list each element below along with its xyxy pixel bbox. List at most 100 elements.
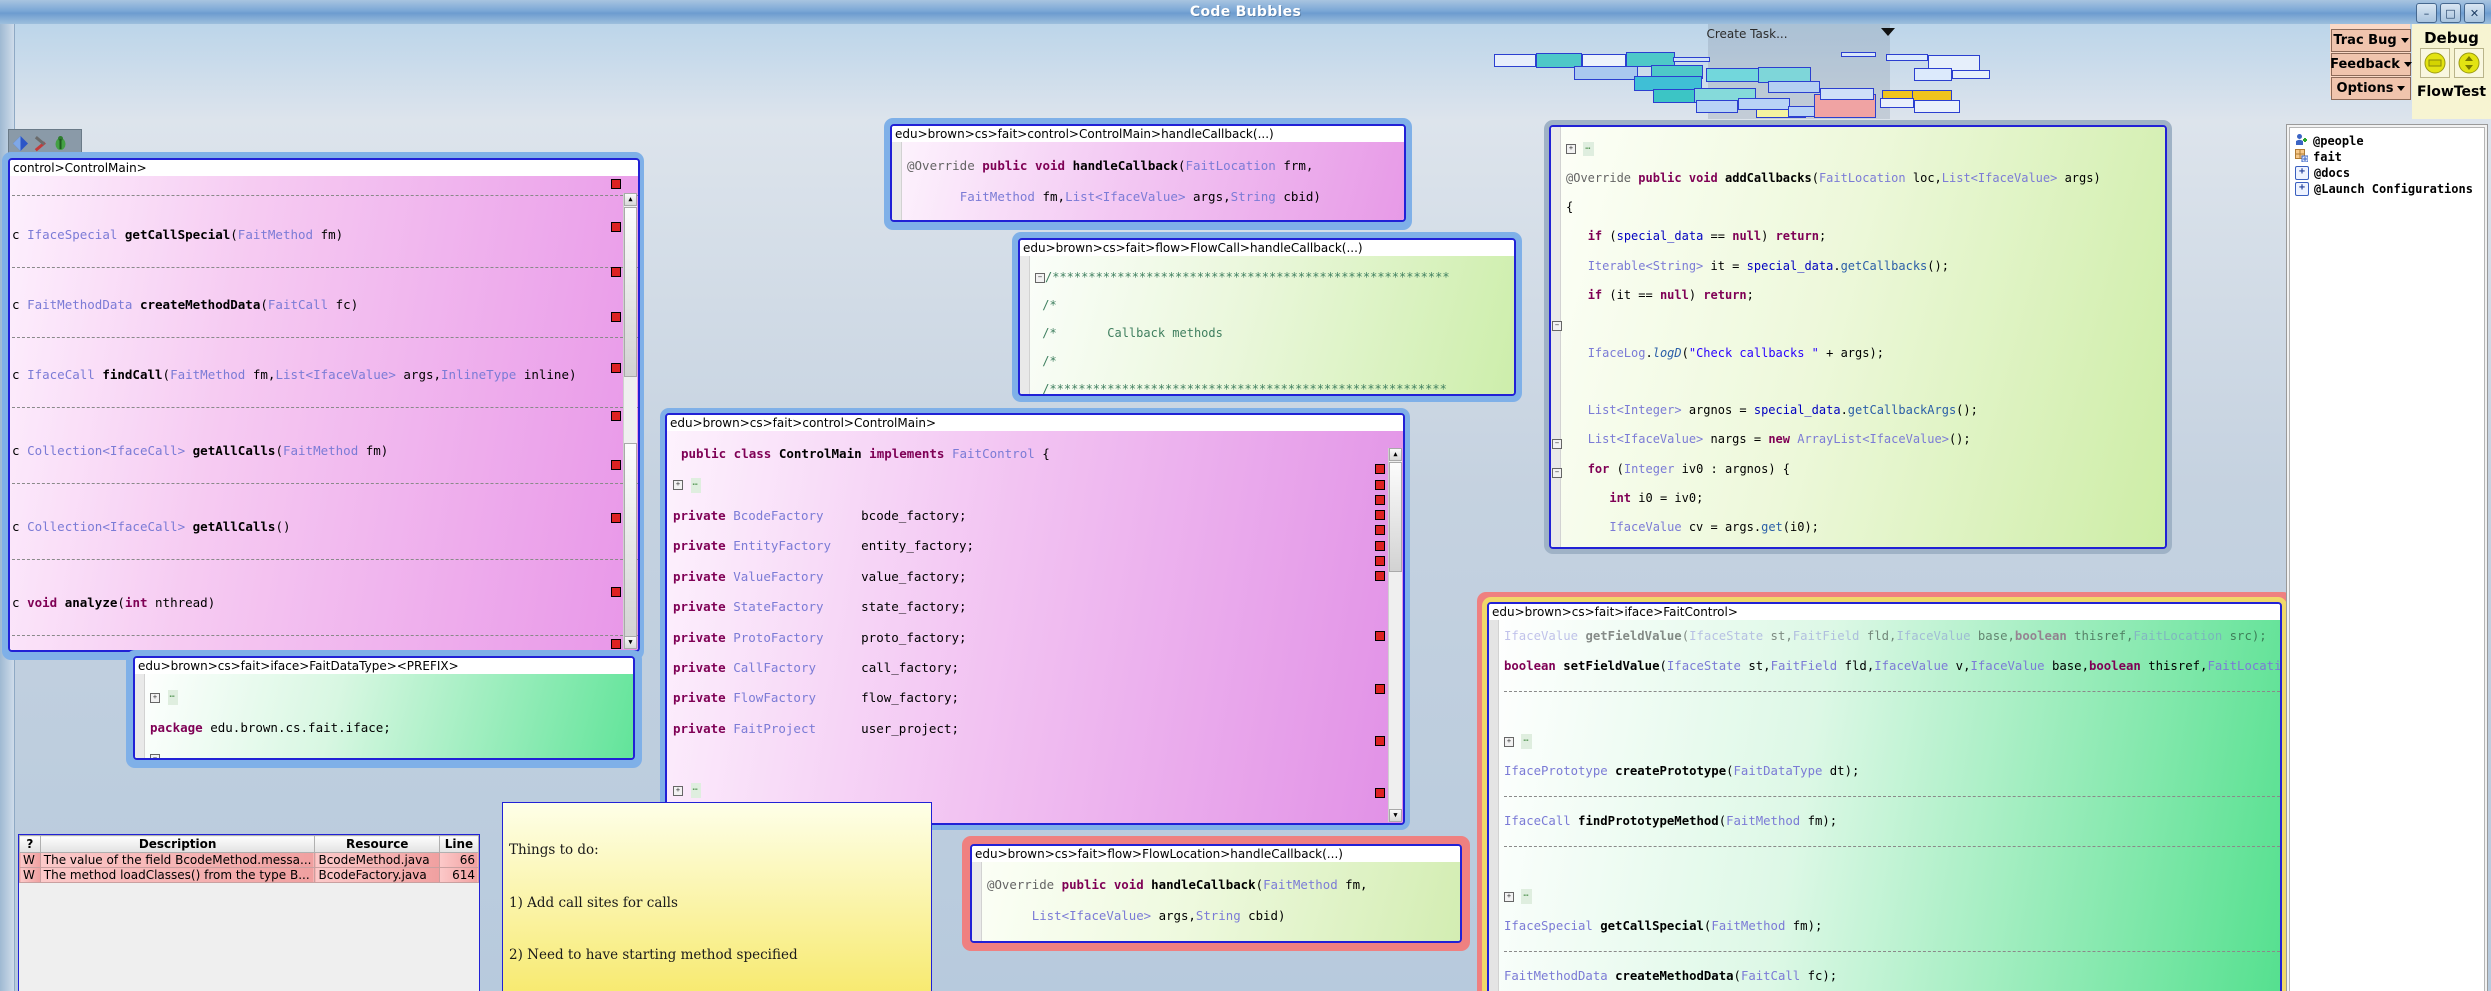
- column-severity[interactable]: ?: [19, 835, 41, 853]
- minimap-bubble: [1880, 98, 1914, 108]
- link-marker[interactable]: [611, 587, 621, 597]
- bubble-icon[interactable]: [12, 135, 29, 152]
- scroll-thumb[interactable]: [1389, 462, 1402, 572]
- column-line[interactable]: Line: [438, 835, 480, 853]
- link-marker[interactable]: [1375, 736, 1385, 746]
- link-marker[interactable]: [1375, 510, 1385, 520]
- tree-item-label: @Launch Configurations: [2314, 182, 2473, 196]
- link-marker[interactable]: [1375, 464, 1385, 474]
- link-marker[interactable]: [1375, 480, 1385, 490]
- table-row[interactable]: W The method loadClasses() from the type…: [19, 867, 480, 883]
- scroll-down-arrow[interactable]: ▼: [1389, 809, 1402, 822]
- link-marker[interactable]: [1375, 684, 1385, 694]
- link-marker[interactable]: [1375, 541, 1385, 551]
- link-marker[interactable]: [1375, 631, 1385, 641]
- scroll-thumb-lower[interactable]: [624, 443, 637, 643]
- link-marker[interactable]: [1375, 788, 1385, 798]
- link-marker[interactable]: [611, 179, 621, 189]
- minimap-bubble: [1696, 100, 1738, 113]
- fold-toggle-icon: +: [1566, 144, 1576, 155]
- bubble-body-add-callbacks[interactable]: + ⋯ @Override public void addCallbacks(F…: [1551, 127, 2165, 547]
- create-task-label[interactable]: Create Task...: [1466, 24, 2028, 44]
- chevron-down-icon[interactable]: [1881, 28, 1895, 36]
- link-marker[interactable]: [1375, 525, 1385, 535]
- link-marker[interactable]: [611, 312, 621, 322]
- link-marker[interactable]: [611, 639, 621, 649]
- minimize-button[interactable]: –: [2416, 3, 2437, 23]
- bubble-flow-call-handle-callback[interactable]: edu>brown>cs>fait>flow>FlowCall>handleCa…: [1018, 238, 1516, 396]
- feedback-label: Feedback: [2330, 57, 2400, 72]
- debug-resume-icon[interactable]: [2420, 48, 2450, 78]
- close-button[interactable]: ✕: [2464, 3, 2485, 23]
- column-description[interactable]: Description: [39, 835, 316, 853]
- fold-toggle-icon[interactable]: −: [1552, 319, 1562, 333]
- scroll-down-arrow[interactable]: ▼: [624, 636, 637, 649]
- tree-item-label: @people: [2313, 134, 2364, 148]
- scroll-thumb[interactable]: [624, 207, 637, 377]
- column-resource[interactable]: Resource: [314, 835, 440, 853]
- minimap-bubble: [1494, 54, 1536, 67]
- scroll-up-arrow[interactable]: ▲: [1389, 448, 1402, 461]
- feedback-button[interactable]: Feedback: [2330, 53, 2412, 76]
- overview-minimap[interactable]: Create Task...: [1466, 24, 2028, 119]
- bubble-body-fait-data-type[interactable]: + ⋯ package edu.brown.cs.fait.iface; − +…: [135, 674, 633, 758]
- tree-item-launch-configurations[interactable]: + @Launch Configurations: [2290, 181, 2484, 197]
- link-marker[interactable]: [611, 411, 621, 421]
- bubble-fait-data-type-prefix[interactable]: edu>brown>cs>fait>iface>FaitDataType><PR…: [133, 656, 635, 760]
- cell-severity: W: [19, 852, 41, 868]
- plus-icon[interactable]: +: [2295, 166, 2309, 180]
- plus-icon[interactable]: +: [2295, 182, 2309, 196]
- tree-item-fait[interactable]: fait: [2290, 149, 2484, 165]
- trac-bug-button[interactable]: Trac Bug: [2331, 29, 2411, 52]
- fold-toggle-icon: +: [673, 480, 683, 491]
- bubble-control-main-methods[interactable]: control>ControlMain> c IfaceSpecial getC…: [8, 158, 640, 652]
- link-marker[interactable]: [1375, 495, 1385, 505]
- chevron-down-icon: [2397, 86, 2406, 91]
- bubble-body-control-main-class[interactable]: public class ControlMain implements Fait…: [667, 431, 1403, 823]
- bubble-body-control-main-handle-callback[interactable]: @Override public void handleCallback(Fai…: [892, 142, 1404, 220]
- note-item: 1) Add call sites for calls: [509, 894, 678, 911]
- window-controls: – □ ✕: [2416, 3, 2485, 23]
- fold-toggle-icon[interactable]: −: [1552, 437, 1562, 451]
- minimap-bubble: [1952, 70, 1990, 79]
- bubble-body-flow-location-handle-callback[interactable]: @Override public void handleCallback(Fai…: [972, 862, 1460, 941]
- problems-table[interactable]: ? Description Resource Line W The value …: [18, 834, 480, 991]
- maximize-button[interactable]: □: [2440, 3, 2461, 23]
- tree-item-docs[interactable]: + @docs: [2290, 165, 2484, 181]
- note-title: Things to do:: [509, 842, 599, 858]
- bubble-body-control-main-methods[interactable]: c IfaceSpecial getCallSpecial(FaitMethod…: [10, 176, 638, 650]
- link-marker[interactable]: [611, 267, 621, 277]
- link-marker[interactable]: [611, 363, 621, 373]
- bubble-flow-location-handle-callback[interactable]: edu>brown>cs>fait>flow>FlowLocation>hand…: [970, 844, 1462, 943]
- bubble-canvas[interactable]: Create Task... control>ControlMain> c If…: [0, 24, 2491, 991]
- link-marker[interactable]: [1375, 556, 1385, 566]
- bug-icon[interactable]: [52, 135, 69, 152]
- bubble-fait-control[interactable]: edu>brown>cs>fait>iface>FaitControl> Ifa…: [1487, 602, 2282, 991]
- bubble-add-callbacks[interactable]: + ⋯ @Override public void addCallbacks(F…: [1549, 125, 2167, 549]
- tree-item-people[interactable]: @people: [2290, 133, 2484, 149]
- scroll-up-arrow[interactable]: ▲: [624, 193, 637, 206]
- minimap-bubble: [1914, 100, 1960, 113]
- bubble-body-flow-call-handle-callback[interactable]: −/**************************************…: [1020, 256, 1514, 394]
- minimap-bubble: [1673, 57, 1710, 62]
- bubble-control-main-class[interactable]: edu>brown>cs>fait>control>ControlMain> p…: [665, 413, 1405, 825]
- tools-icon[interactable]: [32, 135, 49, 152]
- scrollbar-vertical[interactable]: ▲ ▼: [623, 193, 637, 649]
- bubble-control-main-handle-callback[interactable]: edu>brown>cs>fait>control>ControlMain>ha…: [890, 124, 1406, 222]
- options-button[interactable]: Options: [2331, 77, 2411, 100]
- table-row[interactable]: W The value of the field BcodeMethod.mes…: [19, 852, 480, 868]
- bubble-body-fait-control[interactable]: IfaceValue getFieldValue(IfaceState st,F…: [1489, 620, 2280, 991]
- link-marker[interactable]: [611, 513, 621, 523]
- todo-note[interactable]: Things to do: 1) Add call sites for call…: [502, 802, 932, 991]
- project-explorer-panel[interactable]: @people fait + @docs + @Launch Configura…: [2289, 127, 2485, 991]
- minimap-bubble: [1914, 68, 1952, 81]
- project-explorer-dock[interactable]: @people fait + @docs + @Launch Configura…: [2286, 124, 2488, 991]
- tree-item-label: @docs: [2314, 166, 2351, 180]
- debug-step-icon[interactable]: [2454, 48, 2484, 78]
- link-marker[interactable]: [1375, 571, 1385, 581]
- scrollbar-vertical[interactable]: ▲ ▼: [1388, 448, 1402, 822]
- fold-toggle-icon[interactable]: −: [1552, 466, 1562, 480]
- window-title-bar: Code Bubbles – □ ✕: [0, 0, 2491, 25]
- link-marker[interactable]: [611, 460, 621, 470]
- link-marker[interactable]: [611, 222, 621, 232]
